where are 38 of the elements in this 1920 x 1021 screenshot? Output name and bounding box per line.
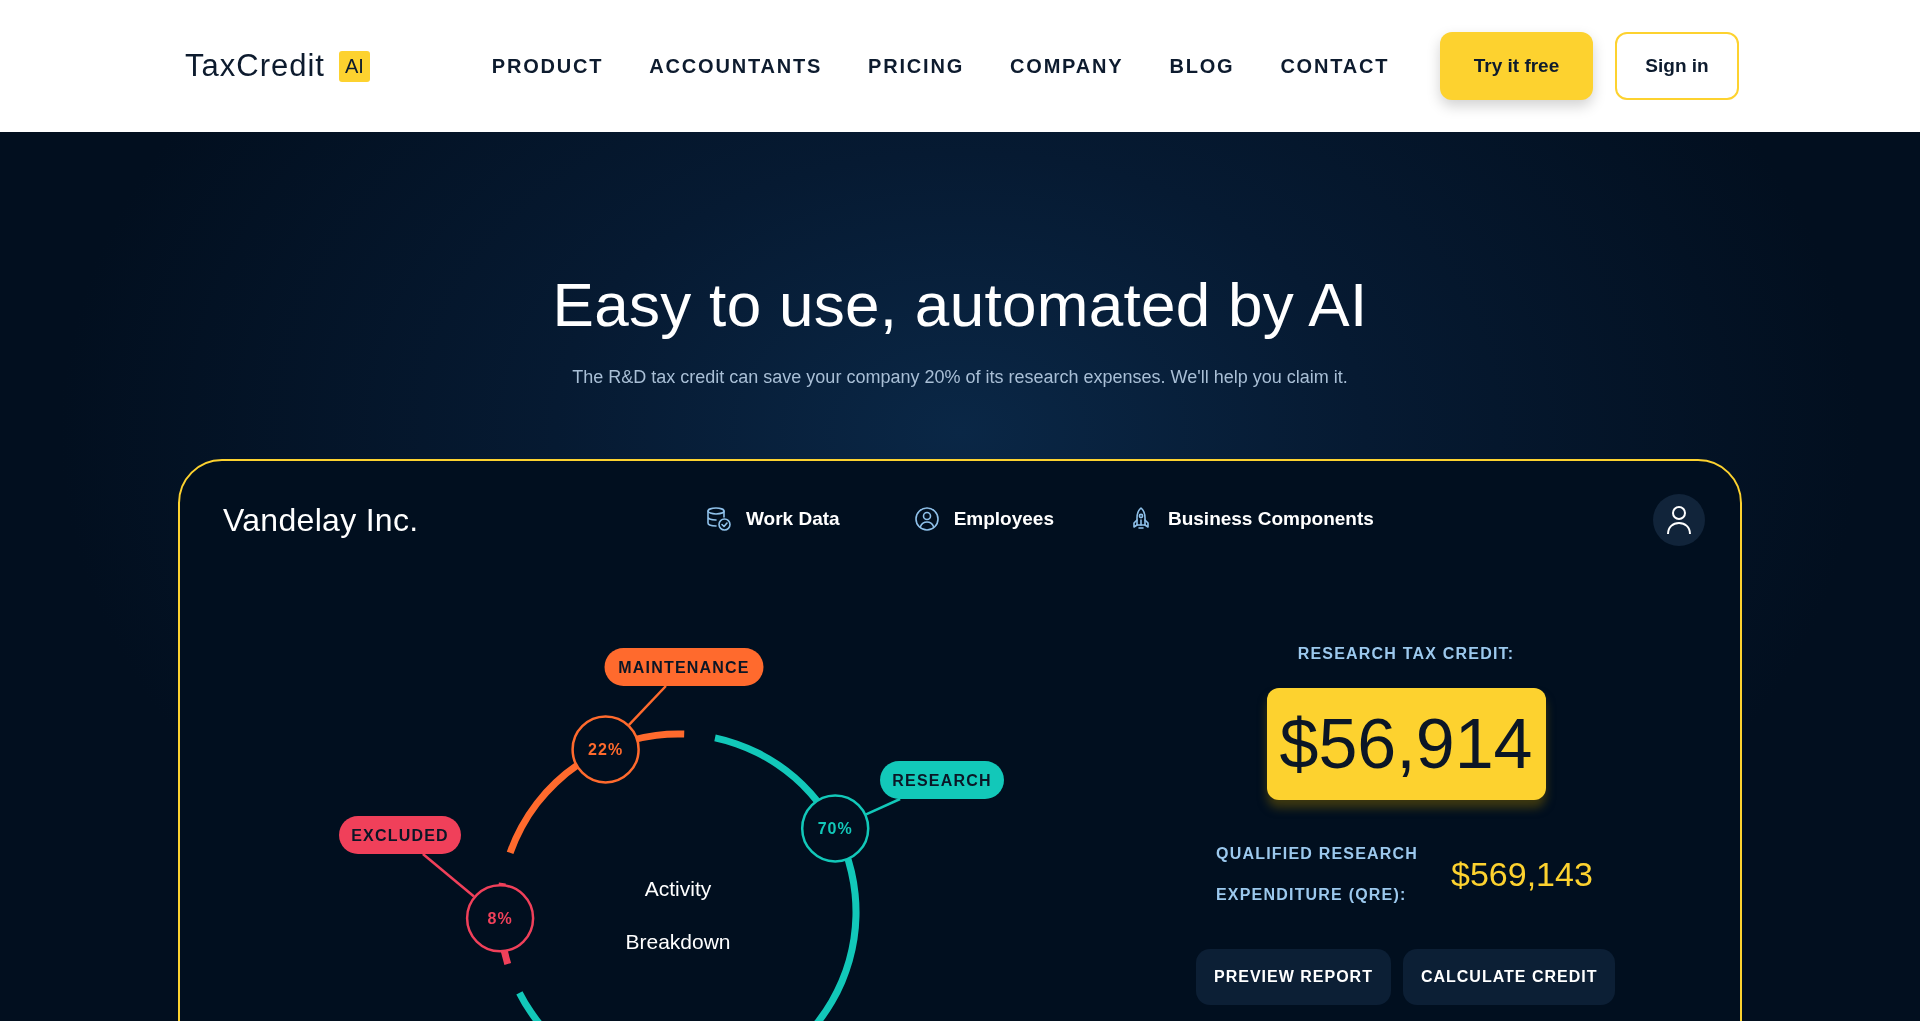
slice-label: EXCLUDED — [351, 827, 449, 844]
category-tag: RESEARCH — [880, 761, 1004, 799]
category-tag: EXCLUDED — [339, 816, 461, 854]
avatar-icon[interactable] — [1653, 494, 1705, 546]
company-name: Vandelay Inc. — [223, 501, 420, 539]
action-button[interactable]: PREVIEW REPORT — [1196, 949, 1391, 1005]
nav-link[interactable]: PRICING — [868, 54, 965, 78]
qre-value: $569,143 — [1451, 854, 1593, 894]
logo-text[interactable]: TaxCredit — [185, 48, 325, 84]
slice-label: MAINTENANCE — [618, 659, 750, 676]
logo-badge: AI — [338, 50, 370, 82]
sign-in-button[interactable]: Sign in — [1615, 32, 1739, 100]
percent-marker: 70% — [800, 794, 870, 863]
slice-label: RESEARCH — [892, 772, 992, 789]
nav-tab[interactable]: Employees — [913, 502, 1054, 538]
category-tag: MAINTENANCE — [604, 648, 764, 686]
nav-link[interactable]: CONTACT — [1280, 54, 1390, 78]
leader-line — [422, 853, 475, 898]
hero-title: Easy to use, automated by AI — [551, 269, 1369, 341]
nav-tab[interactable]: Work Data — [706, 502, 840, 538]
nav-link[interactable]: ACCOUNTANTS — [649, 54, 823, 78]
try-free-button[interactable]: Try it free — [1440, 32, 1593, 100]
credit-amount: $56,914 — [1266, 688, 1546, 800]
nav-link[interactable]: BLOG — [1169, 54, 1235, 78]
leader-line — [628, 685, 667, 726]
percent-marker: 22% — [571, 715, 640, 784]
hero-subtitle: The R&D tax credit can save your company 20% of its research expenses. We'll help you claim it. — [571, 367, 1349, 388]
credit-label: RESEARCH TAX CREDIT: — [1297, 644, 1515, 664]
nav-link[interactable]: COMPANY — [1010, 54, 1124, 78]
qre-label: QUALIFIED RESEARCH EXPENDITURE (QRE): — [1216, 844, 1420, 905]
database-check-icon — [706, 506, 732, 532]
action-button[interactable]: CALCULATE CREDIT — [1402, 949, 1616, 1005]
chart-center-label: Activity Breakdown — [624, 876, 732, 955]
nav-tab[interactable]: Business Components — [1127, 502, 1374, 538]
user-circle-icon — [913, 506, 940, 532]
leader-line — [865, 797, 901, 816]
nav-link[interactable]: PRODUCT — [491, 54, 604, 78]
percent-marker: 8% — [465, 883, 535, 953]
